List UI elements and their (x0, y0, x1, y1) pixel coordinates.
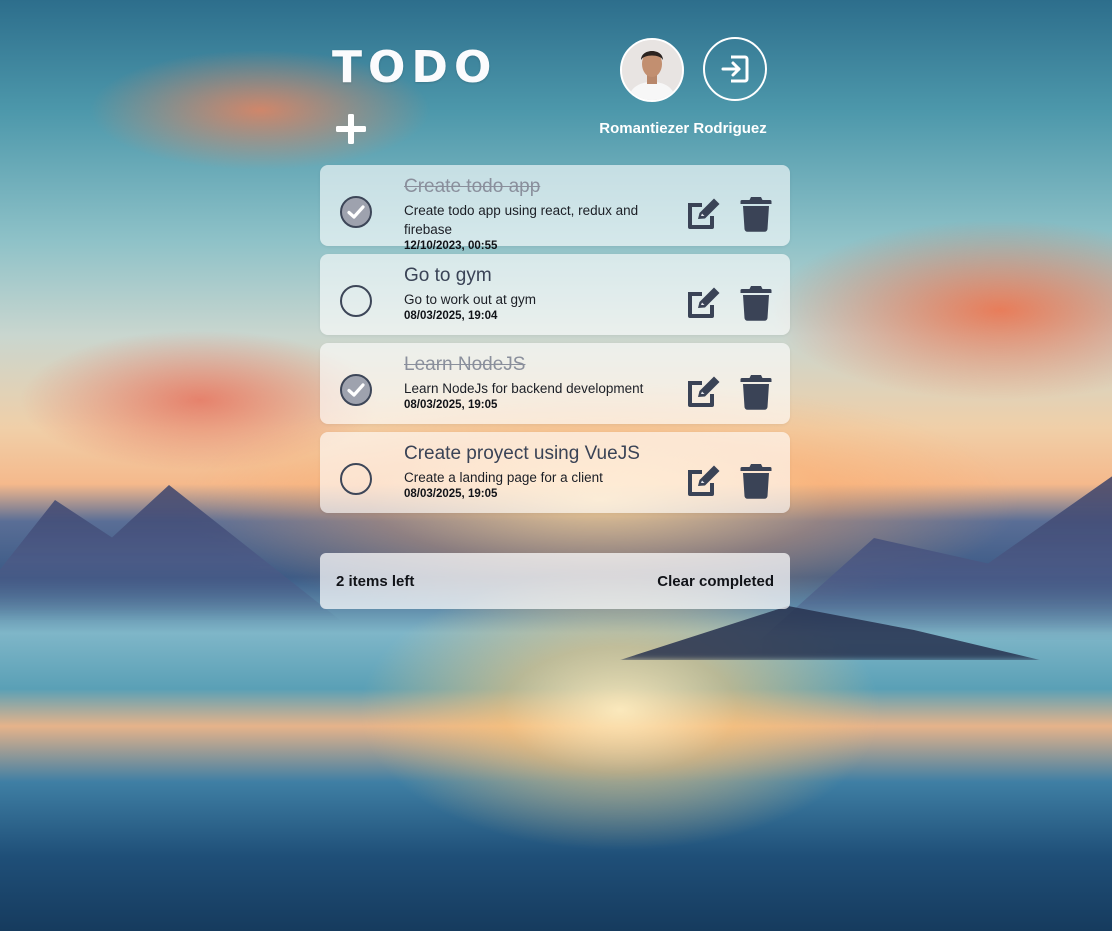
todo-content: Learn NodeJS Learn NodeJs for backend dev… (404, 353, 666, 413)
edit-todo-button[interactable] (684, 375, 722, 409)
todo-description: Create a landing page for a client (404, 470, 603, 485)
user-photo-icon (622, 40, 682, 100)
check-icon (347, 205, 365, 219)
edit-todo-button[interactable] (684, 286, 722, 320)
trash-icon (740, 286, 772, 321)
todo-content: Go to gym Go to work out at gym 08/03/2025… (404, 264, 666, 324)
todo-checkbox-checked[interactable] (340, 374, 372, 406)
todo-content: Create todo app Create todo app using rea… (404, 175, 666, 254)
todo-title: Learn NodeJS (404, 354, 526, 375)
todo-footer: 2 items left Clear completed (320, 553, 790, 609)
todo-item: Create proyect using VueJS Create a landi… (320, 432, 790, 513)
todo-checkbox-checked[interactable] (340, 196, 372, 228)
user-name: Romantiezer Rodriguez (599, 120, 767, 137)
todo-description: Learn NodeJs for backend development (404, 381, 644, 396)
app-title: TODO (332, 42, 498, 93)
edit-todo-button[interactable] (684, 464, 722, 498)
todo-item: Go to gym Go to work out at gym 08/03/2025… (320, 254, 790, 335)
edit-todo-button[interactable] (684, 197, 722, 231)
check-icon (347, 383, 365, 397)
logout-button[interactable] (703, 37, 767, 101)
delete-todo-button[interactable] (740, 285, 772, 321)
edit-icon (688, 287, 720, 318)
trash-icon (740, 197, 772, 232)
todo-date: 12/10/2023, 00:55 (404, 240, 498, 252)
todo-item: Learn NodeJS Learn NodeJs for backend dev… (320, 343, 790, 424)
edit-icon (688, 465, 720, 496)
plus-icon (336, 114, 366, 144)
delete-todo-button[interactable] (740, 463, 772, 499)
todo-checkbox[interactable] (340, 463, 372, 495)
todo-description: Go to work out at gym (404, 292, 537, 307)
edit-icon (688, 198, 720, 229)
clear-completed-button[interactable]: Clear completed (657, 573, 774, 590)
edit-icon (688, 376, 720, 407)
todo-content: Create proyect using VueJS Create a landi… (404, 442, 666, 502)
todo-title: Go to gym (404, 265, 492, 286)
todo-date: 08/03/2025, 19:05 (404, 399, 498, 411)
items-left-count: 2 items left (336, 572, 415, 590)
delete-todo-button[interactable] (740, 196, 772, 232)
todo-item: Create todo app Create todo app using rea… (320, 165, 790, 252)
todo-title: Create todo app (404, 176, 541, 197)
delete-todo-button[interactable] (740, 374, 772, 410)
todo-description: Create todo app using react, redux and f… (404, 203, 639, 237)
todo-date: 08/03/2025, 19:05 (404, 488, 498, 500)
logout-icon (721, 55, 749, 83)
trash-icon (740, 464, 772, 499)
header: TODO Romantiezer Rodriguez (320, 0, 790, 160)
todo-checkbox[interactable] (340, 285, 372, 317)
todo-list: Create todo app Create todo app using rea… (320, 165, 790, 521)
avatar[interactable] (620, 38, 684, 102)
background-mountain-left (0, 485, 340, 620)
todo-date: 08/03/2025, 19:04 (404, 310, 498, 322)
add-todo-button[interactable] (334, 112, 368, 146)
todo-title: Create proyect using VueJS (404, 443, 640, 464)
trash-icon (740, 375, 772, 410)
